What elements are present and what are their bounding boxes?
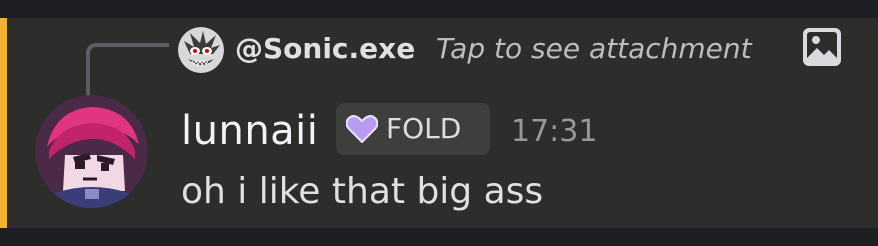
server-tag[interactable]: FOLD: [336, 103, 490, 155]
reply-author-name[interactable]: @Sonic.exe: [235, 32, 415, 65]
server-tag-label: FOLD: [386, 112, 462, 145]
author-username[interactable]: lunnaii: [181, 108, 318, 154]
reply-connector-line: [86, 43, 169, 103]
lunnaii-avatar-icon: [35, 95, 148, 208]
reply-attachment-text[interactable]: Tap to see attachment: [436, 32, 752, 65]
mention-highlight-bar: [0, 18, 7, 228]
reply-author-avatar[interactable]: [178, 27, 224, 73]
chat-message[interactable]: @Sonic.exe Tap to see attachment lunnaii: [0, 18, 878, 228]
message-content: oh i like that big ass: [181, 171, 544, 212]
author-avatar[interactable]: [35, 95, 148, 208]
message-timestamp: 17:31: [511, 114, 598, 149]
image-icon[interactable]: [803, 28, 841, 66]
purple-heart-icon: [346, 115, 378, 143]
sonic-exe-avatar-icon: [178, 27, 224, 73]
